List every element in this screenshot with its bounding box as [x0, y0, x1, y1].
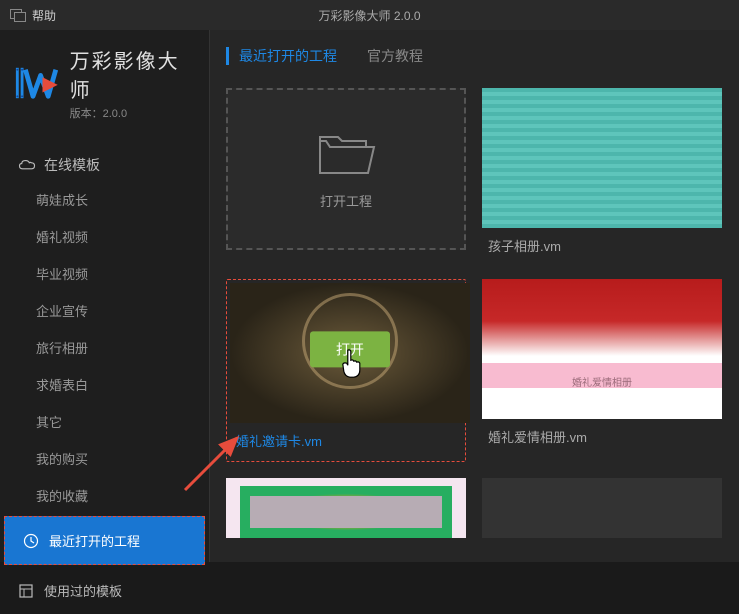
sidebar-item-corporate[interactable]: 企业宣传 — [0, 292, 209, 329]
sidebar-item-travel[interactable]: 旅行相册 — [0, 329, 209, 366]
clock-icon — [23, 533, 39, 549]
open-project-card[interactable]: 打开工程 — [226, 88, 466, 263]
project-card-child-album[interactable]: 孩子相册.vm — [482, 88, 722, 263]
tab-recent[interactable]: 最近打开的工程 — [239, 44, 337, 68]
app-logo-icon — [14, 63, 60, 103]
project-grid: 打开工程 孩子相册.vm 打开 婚礼邀请卡.vm 婚礼爱情相册 — [210, 78, 739, 548]
project-card-wedding-invite[interactable]: 打开 婚礼邀请卡.vm — [226, 279, 466, 462]
used-templates-label: 使用过的模板 — [44, 581, 122, 600]
sidebar-item-other[interactable]: 其它 — [0, 403, 209, 440]
project-card-flower-frame[interactable] — [226, 478, 466, 538]
sidebar-my-purchases[interactable]: 我的购买 — [0, 440, 209, 477]
thumbnail — [226, 478, 466, 538]
template-icon — [18, 583, 34, 599]
cursor-hand-icon — [339, 348, 367, 380]
thumb-inner-text: 婚礼爱情相册 — [572, 374, 632, 389]
thumbnail: 打开 — [230, 283, 470, 423]
window-stack-icon — [10, 9, 24, 21]
sidebar-item-wedding-video[interactable]: 婚礼视频 — [0, 218, 209, 255]
thumbnail: 婚礼爱情相册 — [482, 279, 722, 419]
cloud-icon — [18, 158, 36, 172]
tab-official-tutorial[interactable]: 官方教程 — [367, 44, 423, 68]
project-label: 孩子相册.vm — [482, 228, 722, 263]
thumbnail — [482, 478, 722, 538]
online-templates-header[interactable]: 在线模板 — [0, 145, 209, 181]
help-menu[interactable]: 帮助 — [32, 7, 56, 24]
titlebar: 帮助 万彩影像大师 2.0.0 — [0, 0, 739, 30]
online-templates-label: 在线模板 — [44, 155, 100, 175]
project-card-blank[interactable] — [482, 478, 722, 538]
sidebar: 万彩影像大师 版本：2.0.0 在线模板 萌娃成长 婚礼视频 毕业视频 企业宣传… — [0, 30, 210, 562]
logo-version: 版本：2.0.0 — [70, 105, 195, 121]
content-area: 最近打开的工程 官方教程 打开工程 孩子相册.vm 打开 — [210, 30, 739, 562]
project-label: 婚礼邀请卡.vm — [230, 423, 462, 458]
project-card-wedding-love-album[interactable]: 婚礼爱情相册 婚礼爱情相册.vm — [482, 279, 722, 462]
sidebar-item-proposal[interactable]: 求婚表白 — [0, 366, 209, 403]
sidebar-recent-projects[interactable]: 最近打开的工程 — [4, 516, 205, 565]
window-title: 万彩影像大师 2.0.0 — [318, 7, 420, 24]
tabs: 最近打开的工程 官方教程 — [210, 30, 739, 78]
sidebar-item-growth[interactable]: 萌娃成长 — [0, 181, 209, 218]
logo-title: 万彩影像大师 — [70, 45, 195, 103]
logo-area: 万彩影像大师 版本：2.0.0 — [0, 30, 209, 129]
folder-open-icon — [316, 129, 376, 179]
sidebar-used-templates[interactable]: 使用过的模板 — [0, 567, 209, 614]
sidebar-my-favorites[interactable]: 我的收藏 — [0, 477, 209, 514]
recent-projects-label: 最近打开的工程 — [49, 531, 140, 550]
thumbnail — [482, 88, 722, 228]
project-label: 婚礼爱情相册.vm — [482, 419, 722, 454]
open-project-label: 打开工程 — [320, 191, 372, 210]
sidebar-item-graduation[interactable]: 毕业视频 — [0, 255, 209, 292]
tab-active-marker — [226, 47, 229, 65]
